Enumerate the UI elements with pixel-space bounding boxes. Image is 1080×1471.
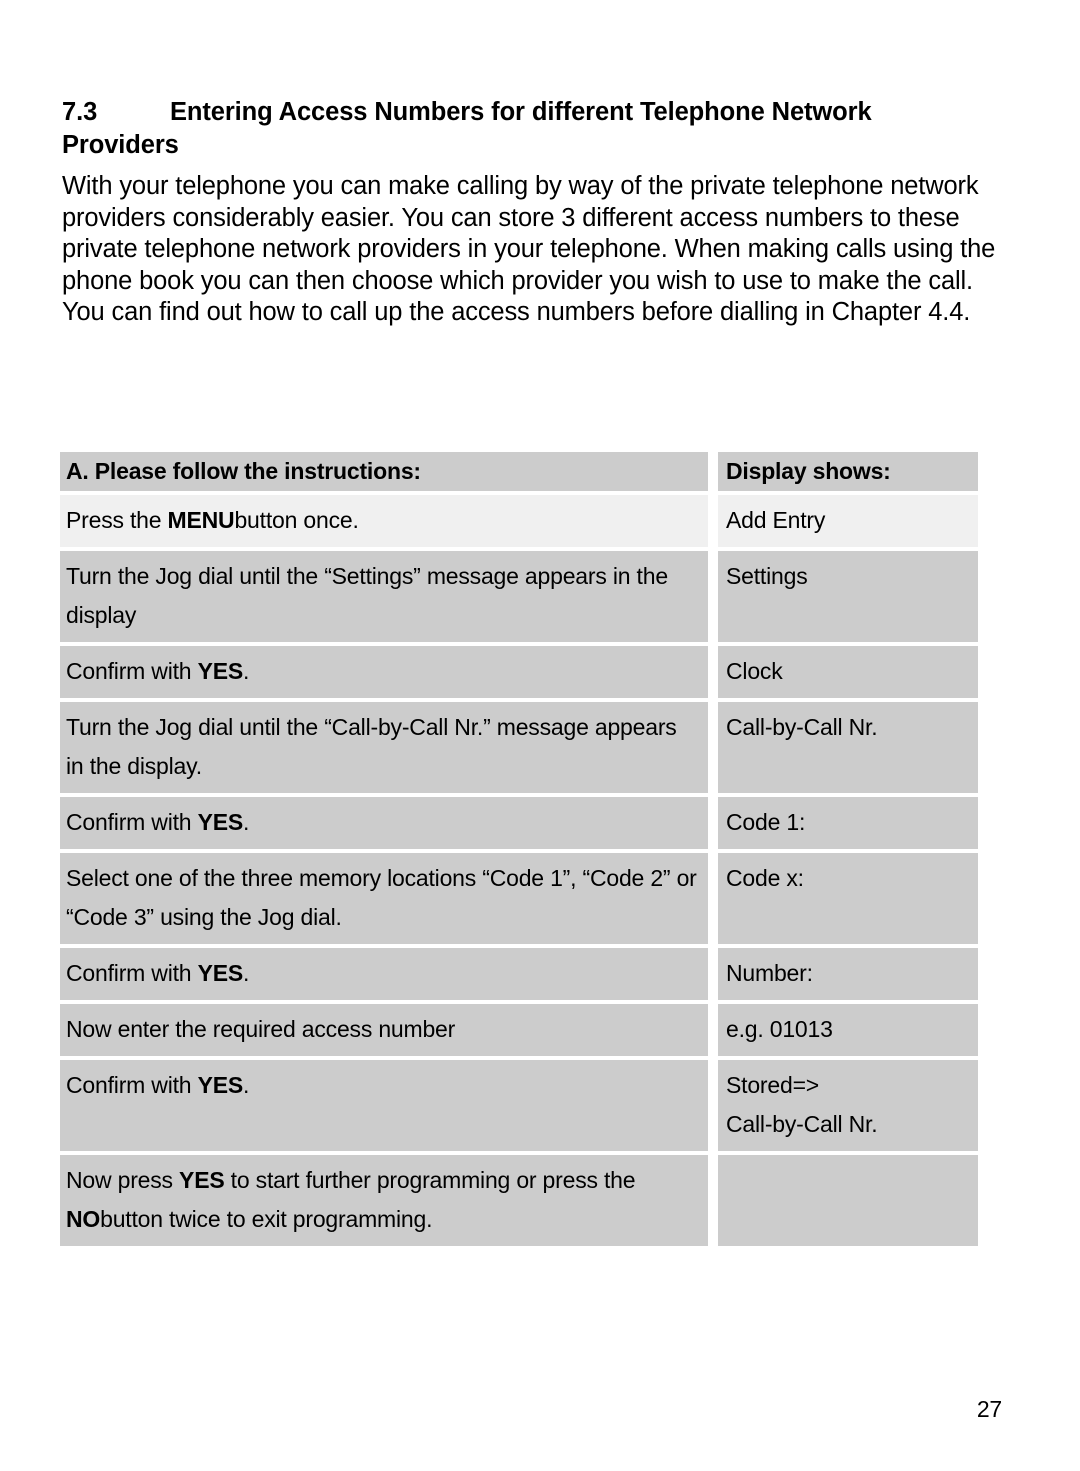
display-cell: e.g. 01013 <box>718 1004 978 1056</box>
instruction-cell: Press the MENUbutton once. <box>60 495 708 547</box>
table-row: Confirm with YES. Code 1: <box>60 797 978 849</box>
table-row: Select one of the three memory locations… <box>60 853 978 944</box>
display-cell: Stored=> Call-by-Call Nr. <box>718 1060 978 1151</box>
section-number: 7.3 <box>62 98 98 126</box>
column-gap <box>708 702 718 793</box>
column-header-display: Display shows: <box>718 452 978 491</box>
instruction-cell: Confirm with YES. <box>60 797 708 849</box>
column-gap <box>708 646 718 698</box>
column-gap <box>708 452 718 491</box>
column-header-instructions: A. Please follow the instructions: <box>60 452 708 491</box>
column-gap <box>708 853 718 944</box>
column-gap <box>708 1060 718 1151</box>
table-row: Confirm with YES. Number: <box>60 948 978 1000</box>
instruction-cell: Now press YES to start further programmi… <box>60 1155 708 1246</box>
table-row: Confirm with YES. Clock <box>60 646 978 698</box>
key-label: NO <box>66 1206 101 1232</box>
display-cell <box>718 1155 978 1246</box>
table-row: Turn the Jog dial until the “Settings” m… <box>60 551 978 642</box>
key-label: YES <box>179 1167 225 1193</box>
instruction-cell: Confirm with YES. <box>60 646 708 698</box>
page-number: 27 <box>976 1396 1002 1422</box>
key-label: MENU <box>167 507 235 533</box>
display-cell: Call-by-Call Nr. <box>718 702 978 793</box>
instruction-cell: Turn the Jog dial until the “Call-by-Cal… <box>60 702 708 793</box>
table-row: Now enter the required access number e.g… <box>60 1004 978 1056</box>
section-title: Entering Access Numbers for different Te… <box>62 98 872 159</box>
column-gap <box>708 948 718 1000</box>
instruction-cell: Confirm with YES. <box>60 1060 708 1151</box>
instruction-cell: Turn the Jog dial until the “Settings” m… <box>60 551 708 642</box>
key-label: YES <box>197 1072 244 1098</box>
table-row: Turn the Jog dial until the “Call-by-Cal… <box>60 702 978 793</box>
table-header-row: A. Please follow the instructions: Displa… <box>60 452 978 491</box>
column-gap <box>708 495 718 547</box>
intro-paragraph: With your telephone you can make calling… <box>62 172 996 327</box>
instruction-cell: Now enter the required access number <box>60 1004 708 1056</box>
instruction-cell: Confirm with YES. <box>60 948 708 1000</box>
display-cell: Number: <box>718 948 978 1000</box>
instruction-cell: Select one of the three memory locations… <box>60 853 708 944</box>
document-page: 7.3 Entering Access Numbers for different… <box>0 0 1080 1471</box>
key-label: YES <box>197 809 244 835</box>
key-label: YES <box>197 960 244 986</box>
display-cell: Add Entry <box>718 495 978 547</box>
display-cell: Clock <box>718 646 978 698</box>
key-label: YES <box>197 658 244 684</box>
column-gap <box>708 551 718 642</box>
table-row: Press the MENUbutton once. Add Entry <box>60 495 978 547</box>
display-cell: Code x: <box>718 853 978 944</box>
procedure-table: A. Please follow the instructions: Displa… <box>60 452 978 1250</box>
column-gap <box>708 1155 718 1246</box>
display-cell: Settings <box>718 551 978 642</box>
table-row: Now press YES to start further programmi… <box>60 1155 978 1246</box>
column-gap <box>708 797 718 849</box>
page-title: 7.3 Entering Access Numbers for different… <box>62 96 962 162</box>
display-cell: Code 1: <box>718 797 978 849</box>
table-row: Confirm with YES. Stored=> Call-by-Call Nr… <box>60 1060 978 1151</box>
column-gap <box>708 1004 718 1056</box>
